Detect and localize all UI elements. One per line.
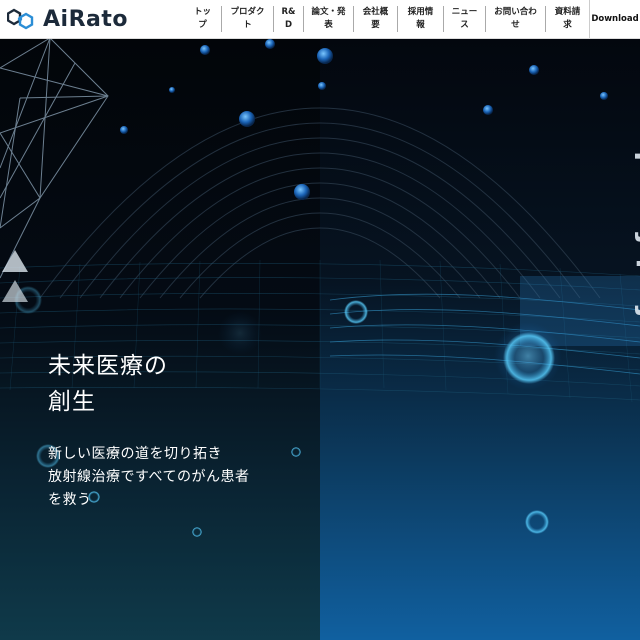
logo-mark-icon: [7, 8, 34, 30]
vertical-tagline: fast founder: [600, 117, 640, 328]
vertical-tagline-text: fast founder: [630, 116, 640, 318]
nav-item-rnd[interactable]: R& D: [273, 6, 303, 32]
hero-subcopy-line-3: を救う: [48, 492, 92, 508]
hero-section: 未来医療の 創生 新しい医療の道を切り拓き 放射線治療ですべてのがん患者 を救う…: [0, 38, 640, 640]
triangle-up-icon: [2, 250, 28, 272]
triangle-up-icon: [2, 280, 28, 302]
logo[interactable]: AiRato: [7, 0, 128, 38]
nav-item-papers[interactable]: 論文・発 表: [303, 6, 353, 32]
nav-item-news[interactable]: ニュー ス: [443, 6, 485, 32]
site-header: AiRato トッ プ プロダク ト R& D 論文・発 表 会社概 要 採用情…: [0, 0, 640, 39]
hero-headline-line-1: 未来医療の: [48, 353, 168, 379]
nav-item-contact[interactable]: お問い合わ せ: [485, 6, 545, 32]
page: AiRato トッ プ プロダク ト R& D 論文・発 表 会社概 要 採用情…: [0, 0, 640, 640]
hero-subcopy: 新しい医療の道を切り拓き 放射線治療ですべてのがん患者 を救う: [48, 443, 249, 512]
main-nav: トッ プ プロダク ト R& D 論文・発 表 会社概 要 採用情 報 ニュー …: [184, 0, 640, 38]
download-button[interactable]: Download: [589, 0, 640, 38]
hero-background: [0, 38, 640, 640]
hero-subcopy-line-1: 新しい医療の道を切り拓き: [48, 446, 222, 462]
nav-item-product[interactable]: プロダク ト: [221, 6, 273, 32]
nav-item-documents[interactable]: 資料請 求: [545, 6, 589, 32]
hero-subcopy-line-2: 放射線治療ですべてのがん患者: [48, 469, 250, 485]
hero-headline: 未来医療の 創生: [48, 348, 168, 420]
nav-item-recruit[interactable]: 採用情 報: [397, 6, 443, 32]
logo-text: AiRato: [43, 6, 128, 32]
nav-item-top[interactable]: トッ プ: [184, 6, 221, 32]
nav-item-company[interactable]: 会社概 要: [353, 6, 397, 32]
hero-headline-line-2: 創生: [48, 389, 96, 415]
